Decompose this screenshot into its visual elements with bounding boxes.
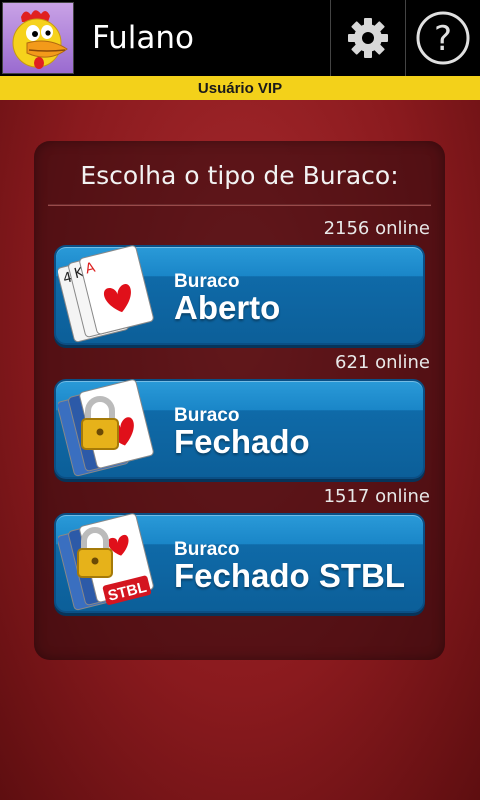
- avatar[interactable]: [2, 2, 74, 74]
- gear-icon: [348, 18, 388, 58]
- buraco-fechado-button[interactable]: Buraco Fechado: [54, 379, 425, 479]
- buraco-fechado-stbl-button[interactable]: STBL Buraco Fechado STBL: [54, 513, 425, 613]
- buraco-aberto-button[interactable]: 4 K A Buraco Aberto: [54, 245, 425, 345]
- vip-status-bar: Usuário VIP: [0, 76, 480, 100]
- online-count: 621 online: [335, 352, 430, 373]
- online-count: 1517 online: [323, 486, 430, 507]
- question-icon: ?: [416, 11, 470, 65]
- online-count: 2156 online: [323, 218, 430, 239]
- settings-button[interactable]: [331, 0, 405, 76]
- svg-text:?: ?: [434, 19, 452, 59]
- locked-cards-icon: [58, 379, 154, 477]
- locked-cards-stbl-icon: STBL: [58, 513, 154, 611]
- top-bar: Fulano ?: [0, 0, 480, 76]
- option-title: Fechado: [174, 423, 310, 460]
- username: Fulano: [92, 20, 195, 56]
- chicken-avatar-icon: [12, 10, 68, 69]
- divider: [48, 204, 431, 206]
- open-cards-icon: 4 K A: [58, 245, 154, 343]
- game-type-panel: Escolha o tipo de Buraco: 2156 online 4 …: [34, 141, 445, 660]
- option-title: Fechado STBL: [174, 557, 406, 594]
- help-button[interactable]: ?: [406, 0, 480, 76]
- panel-title: Escolha o tipo de Buraco:: [80, 161, 399, 190]
- option-title: Aberto: [174, 289, 281, 326]
